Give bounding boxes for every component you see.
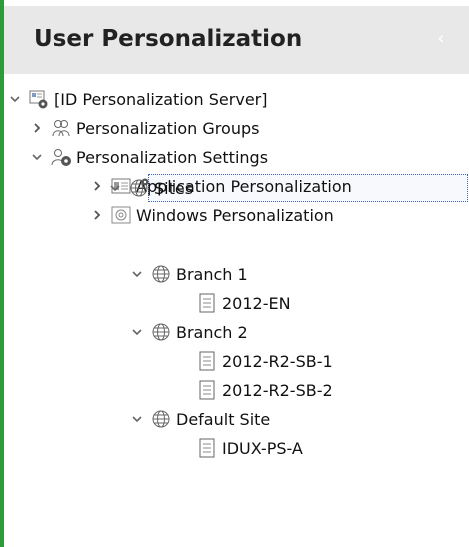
chevron-down-icon[interactable] xyxy=(130,325,144,339)
tree-label: Sites xyxy=(154,178,194,198)
tree-item-2012-en[interactable]: 2012-EN xyxy=(196,289,291,317)
tree-label: Windows Personalization xyxy=(136,205,334,225)
tree-label: 2012-EN xyxy=(222,293,291,313)
tree-item-idux-ps-a[interactable]: IDUX-PS-A xyxy=(196,434,303,462)
chevron-right-icon[interactable] xyxy=(30,121,44,135)
globe-icon xyxy=(152,410,170,428)
tree-label: IDUX-PS-A xyxy=(222,438,303,458)
tree-item-2012-r2-sb-2[interactable]: 2012-R2-SB-2 xyxy=(196,376,333,404)
chevron-down-icon[interactable] xyxy=(30,150,44,164)
windows-settings-icon xyxy=(111,206,131,224)
tree-item-sites[interactable]: Sites xyxy=(108,174,193,202)
panel-title: User Personalization xyxy=(34,26,303,52)
chevron-down-icon[interactable] xyxy=(8,92,22,106)
tree-item-default-site[interactable]: Default Site xyxy=(130,405,270,433)
server-settings-icon xyxy=(29,90,48,109)
tree-label: 2012-R2-SB-1 xyxy=(222,351,333,371)
user-group-icon xyxy=(52,120,70,137)
collapse-panel-button[interactable]: ‹ xyxy=(430,24,452,54)
tree-item-branch-1[interactable]: Branch 1 xyxy=(130,260,248,288)
tree-label: Personalization Settings xyxy=(76,147,269,167)
server-document-icon xyxy=(199,351,215,371)
tree-item-windows-personalization[interactable]: Windows Personalization xyxy=(90,201,334,229)
tree-item-root[interactable]: [ID Personalization Server] xyxy=(8,85,267,113)
server-document-icon xyxy=(199,380,215,400)
server-document-icon xyxy=(199,293,215,313)
sites-globe-icon xyxy=(130,178,149,197)
accent-bar xyxy=(0,0,4,547)
tree-label: [ID Personalization Server] xyxy=(54,89,268,109)
tree-item-personalization-settings[interactable]: Personalization Settings xyxy=(30,143,268,171)
tree-label: 2012-R2-SB-2 xyxy=(222,380,333,400)
chevron-down-icon[interactable] xyxy=(130,412,144,426)
tree-label: Default Site xyxy=(176,409,271,429)
globe-icon xyxy=(152,265,170,283)
chevron-down-icon[interactable] xyxy=(130,267,144,281)
server-document-icon xyxy=(199,438,215,458)
chevron-down-icon[interactable] xyxy=(108,181,122,195)
tree-label: Branch 1 xyxy=(176,264,248,284)
chevron-right-icon[interactable] xyxy=(90,179,104,193)
chevron-right-icon[interactable] xyxy=(90,208,104,222)
globe-icon xyxy=(152,323,170,341)
tree-label: Personalization Groups xyxy=(76,118,260,138)
tree-label: Branch 2 xyxy=(176,322,248,342)
tree-item-2012-r2-sb-1[interactable]: 2012-R2-SB-1 xyxy=(196,347,333,375)
users-settings-icon xyxy=(51,149,71,166)
panel-header: User Personalization ‹ xyxy=(4,6,469,74)
tree-item-branch-2[interactable]: Branch 2 xyxy=(130,318,248,346)
tree-item-personalization-groups[interactable]: Personalization Groups xyxy=(30,114,259,142)
